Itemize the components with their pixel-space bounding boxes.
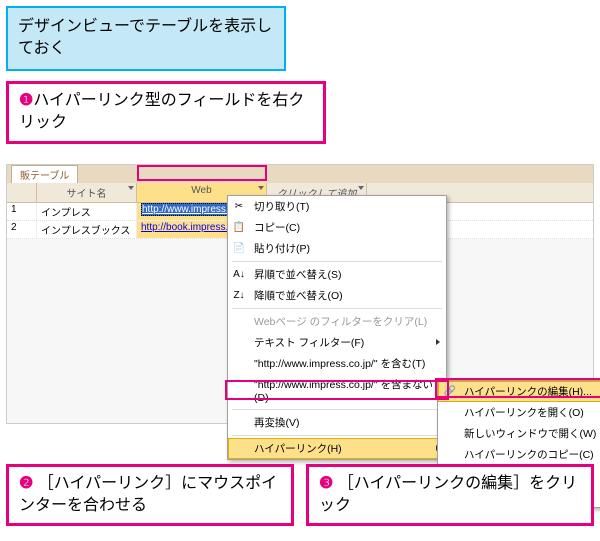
callout-2: ❷ ［ハイパーリンク］にマウスポインターを合わせる bbox=[6, 464, 294, 527]
cell-sitename[interactable]: インプレスブックス bbox=[37, 221, 137, 238]
menu-equals[interactable]: "http://www.impress.co.jp/" を含む(T) bbox=[228, 353, 446, 374]
menu-separator bbox=[232, 261, 442, 262]
callout-1-number: ❶ bbox=[19, 92, 33, 109]
dropdown-arrow-icon[interactable] bbox=[358, 186, 364, 190]
table-tab[interactable]: 販テーブル bbox=[11, 165, 78, 183]
submenu-open-hyperlink[interactable]: ハイパーリンクを開く(O) bbox=[438, 402, 600, 423]
callout-2-text: ［ハイパーリンク］にマウスポインターを合わせる bbox=[19, 475, 277, 514]
sort-desc-icon: Z↓ bbox=[232, 288, 246, 302]
menu-clear-filter: Webページ のフィルターをクリア(L) bbox=[228, 311, 446, 332]
tab-strip: 販テーブル bbox=[7, 165, 593, 183]
menu-separator bbox=[232, 409, 442, 410]
col-header-sitename[interactable]: サイト名 bbox=[37, 183, 137, 202]
note-box: デザインビューでテーブルを表示しておく bbox=[6, 6, 286, 71]
callout-3-text: ［ハイパーリンクの編集］をクリック bbox=[319, 475, 577, 514]
menu-reconvert[interactable]: 再変換(V) bbox=[228, 412, 446, 433]
callout-3-number: ❸ bbox=[319, 475, 333, 492]
submenu-edit-hyperlink[interactable]: 🔗ハイパーリンクの編集(H)... bbox=[438, 381, 600, 402]
cell-sitename[interactable]: インプレス bbox=[37, 203, 137, 220]
row-number: 1 bbox=[7, 203, 37, 220]
menu-hyperlink[interactable]: ハイパーリンク(H) bbox=[228, 438, 446, 459]
menu-not-equals[interactable]: "http://www.impress.co.jp/" を含まない(D) bbox=[228, 374, 446, 407]
dropdown-arrow-icon[interactable] bbox=[258, 186, 264, 190]
menu-copy[interactable]: 📋コピー(C) bbox=[228, 217, 446, 238]
callout-1: ❶ハイパーリンク型のフィールドを右クリック bbox=[6, 81, 326, 144]
menu-separator bbox=[232, 435, 442, 436]
context-menu: ✂切り取り(T) 📋コピー(C) 📄貼り付け(P) A↓昇順で並べ替え(S) Z… bbox=[227, 195, 447, 460]
submenu-open-new-window[interactable]: 新しいウィンドウで開く(W) bbox=[438, 423, 600, 444]
hyperlink-selected[interactable]: http://www.impress.co bbox=[141, 203, 240, 216]
menu-sort-desc[interactable]: Z↓降順で並べ替え(O) bbox=[228, 285, 446, 306]
app-window: 販テーブル サイト名 Web クリックして追加 1 インプレス http://w… bbox=[6, 164, 594, 424]
menu-text-filter[interactable]: テキスト フィルター(F) bbox=[228, 332, 446, 353]
submenu-copy-hyperlink[interactable]: ハイパーリンクのコピー(C) bbox=[438, 444, 600, 465]
dropdown-arrow-icon[interactable] bbox=[128, 186, 134, 190]
cut-icon: ✂ bbox=[232, 199, 246, 213]
paste-icon: 📄 bbox=[232, 241, 246, 255]
menu-paste[interactable]: 📄貼り付け(P) bbox=[228, 238, 446, 259]
menu-cut[interactable]: ✂切り取り(T) bbox=[228, 196, 446, 217]
menu-separator bbox=[232, 308, 442, 309]
menu-sort-asc[interactable]: A↓昇順で並べ替え(S) bbox=[228, 264, 446, 285]
callout-2-number: ❷ bbox=[19, 475, 33, 492]
row-number: 2 bbox=[7, 221, 37, 238]
sort-asc-icon: A↓ bbox=[232, 267, 246, 281]
callout-1-text: ハイパーリンク型のフィールドを右クリック bbox=[19, 92, 304, 131]
edit-hyperlink-icon: 🔗 bbox=[443, 384, 457, 398]
submenu-arrow-icon bbox=[436, 339, 440, 345]
callout-3: ❸ ［ハイパーリンクの編集］をクリック bbox=[306, 464, 594, 527]
note-text: デザインビューでテーブルを表示しておく bbox=[18, 18, 272, 57]
hyperlink[interactable]: http://book.impress.co bbox=[141, 222, 239, 233]
col-header-rownum[interactable] bbox=[7, 183, 37, 202]
copy-icon: 📋 bbox=[232, 220, 246, 234]
